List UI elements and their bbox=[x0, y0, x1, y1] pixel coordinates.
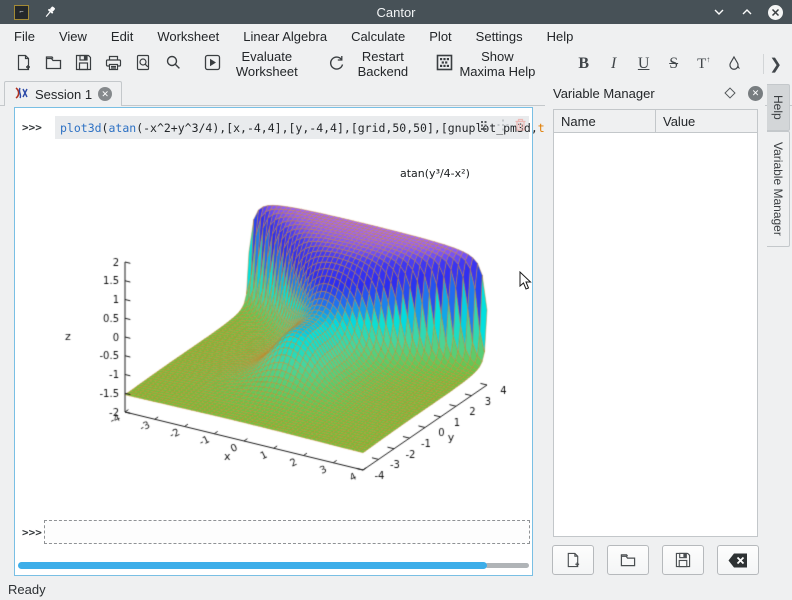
printer-icon bbox=[105, 54, 122, 74]
cantor-window: ⌐ Cantor File Vie bbox=[0, 0, 792, 600]
new-variable-button[interactable] bbox=[552, 545, 594, 575]
menu-linear-algebra[interactable]: Linear Algebra bbox=[231, 26, 339, 47]
horizontal-scrollbar[interactable] bbox=[18, 562, 529, 569]
save-button[interactable] bbox=[68, 51, 98, 77]
menu-plot[interactable]: Plot bbox=[417, 26, 463, 47]
side-tabstrip: Help Variable Manager bbox=[767, 84, 792, 247]
worksheet-view[interactable]: >>> plot3d(atan(-x^2+y^3/4),[x,-4,4],[y,… bbox=[14, 107, 533, 576]
window-title: Cantor bbox=[0, 5, 792, 20]
entry-remove-icon[interactable] bbox=[515, 118, 526, 134]
menu-file[interactable]: File bbox=[2, 26, 47, 47]
titlebar: ⌐ Cantor bbox=[0, 0, 792, 24]
clear-variables-button[interactable] bbox=[717, 545, 759, 575]
column-header-value[interactable]: Value bbox=[655, 110, 757, 132]
code-token-args: (-x^2+y^3/4),[x,-4,4],[y,-4,4],[grid,50,… bbox=[136, 121, 538, 135]
empty-command-entry[interactable] bbox=[44, 520, 530, 544]
menu-view[interactable]: View bbox=[47, 26, 99, 47]
clear-backspace-icon bbox=[728, 553, 748, 568]
save-icon bbox=[75, 54, 92, 74]
plot-title: atan(y³/4-x²) bbox=[400, 167, 470, 180]
toolbar-overflow-chevron[interactable]: ❯ bbox=[769, 55, 782, 73]
column-header-name[interactable]: Name bbox=[554, 110, 655, 132]
maxima-help-label: Show Maxima Help bbox=[458, 49, 537, 79]
menu-edit[interactable]: Edit bbox=[99, 26, 145, 47]
folder-icon bbox=[45, 54, 62, 74]
statusbar: Ready bbox=[0, 578, 792, 600]
code-token-atan: atan bbox=[108, 121, 136, 135]
tab-close-icon[interactable]: ✕ bbox=[98, 87, 112, 101]
minimize-button[interactable] bbox=[710, 3, 728, 21]
code-token-plot3d: plot3d bbox=[60, 121, 102, 135]
bold-button[interactable]: B bbox=[569, 51, 599, 77]
dock-float-icon[interactable] bbox=[724, 87, 735, 98]
tab-label: Session 1 bbox=[35, 87, 92, 102]
print-preview-icon bbox=[135, 54, 152, 74]
variable-manager-panel: Variable Manager ✕ Name Value bbox=[545, 83, 765, 576]
menubar: File View Edit Worksheet Linear Algebra … bbox=[0, 24, 792, 48]
command-entry[interactable]: plot3d(atan(-x^2+y^3/4),[x,-4,4],[y,-4,4… bbox=[55, 116, 529, 139]
main-toolbar: Evaluate Worksheet Restart Backend Show … bbox=[0, 48, 792, 80]
command-prompt-2: >>> bbox=[22, 526, 42, 539]
toolbar-separator bbox=[763, 54, 764, 74]
print-preview-button[interactable] bbox=[128, 51, 158, 77]
mouse-cursor bbox=[519, 271, 533, 291]
variables-table[interactable]: Name Value bbox=[553, 109, 758, 537]
text-color-button[interactable] bbox=[719, 51, 749, 77]
menu-help[interactable]: Help bbox=[535, 26, 586, 47]
new-document-icon bbox=[565, 552, 581, 568]
print-button[interactable] bbox=[98, 51, 128, 77]
strikeout-button[interactable]: S bbox=[659, 51, 689, 77]
restart-label: Restart Backend bbox=[350, 49, 417, 79]
entry-move-icon[interactable] bbox=[497, 119, 509, 134]
tab-session-1[interactable]: Session 1 ✕ bbox=[4, 81, 122, 106]
menu-calculate[interactable]: Calculate bbox=[339, 26, 417, 47]
dock-close-icon[interactable]: ✕ bbox=[748, 86, 763, 101]
evaluate-label: Evaluate Worksheet bbox=[226, 49, 308, 79]
folder-icon bbox=[620, 552, 636, 568]
maxima-help-icon bbox=[436, 54, 453, 74]
show-maxima-help-button[interactable]: Show Maxima Help bbox=[430, 51, 543, 77]
dock-title: Variable Manager bbox=[553, 86, 655, 101]
side-tab-variable-manager[interactable]: Variable Manager bbox=[767, 131, 790, 247]
new-document-icon bbox=[15, 54, 32, 74]
restart-icon bbox=[328, 54, 345, 74]
maximize-button[interactable] bbox=[738, 3, 756, 21]
menu-worksheet[interactable]: Worksheet bbox=[145, 26, 231, 47]
save-variables-button[interactable] bbox=[662, 545, 704, 575]
close-button[interactable] bbox=[766, 3, 784, 21]
entry-drag-handle-icon[interactable] bbox=[480, 119, 491, 134]
new-worksheet-button[interactable] bbox=[8, 51, 38, 77]
command-prompt-1: >>> bbox=[22, 121, 42, 134]
text-size-icon: T↑ bbox=[697, 55, 710, 73]
search-icon bbox=[165, 54, 182, 74]
open-button[interactable] bbox=[38, 51, 68, 77]
evaluate-icon bbox=[204, 54, 221, 74]
load-variables-button[interactable] bbox=[607, 545, 649, 575]
italic-button[interactable]: I bbox=[599, 51, 629, 77]
plot3d-surface bbox=[55, 148, 535, 512]
code-token-paren: ( bbox=[102, 121, 109, 135]
evaluate-worksheet-button[interactable]: Evaluate Worksheet bbox=[198, 51, 314, 77]
menu-settings[interactable]: Settings bbox=[464, 26, 535, 47]
maxima-session-icon bbox=[14, 86, 29, 103]
restart-backend-button[interactable]: Restart Backend bbox=[322, 51, 423, 77]
underline-button[interactable]: U bbox=[629, 51, 659, 77]
color-drop-icon bbox=[726, 55, 742, 74]
find-button[interactable] bbox=[158, 51, 188, 77]
save-icon bbox=[675, 552, 691, 568]
text-size-button[interactable]: T↑ bbox=[689, 51, 719, 77]
side-tab-help[interactable]: Help bbox=[767, 84, 790, 131]
scrollbar-thumb[interactable] bbox=[18, 562, 487, 569]
status-text: Ready bbox=[8, 582, 46, 597]
